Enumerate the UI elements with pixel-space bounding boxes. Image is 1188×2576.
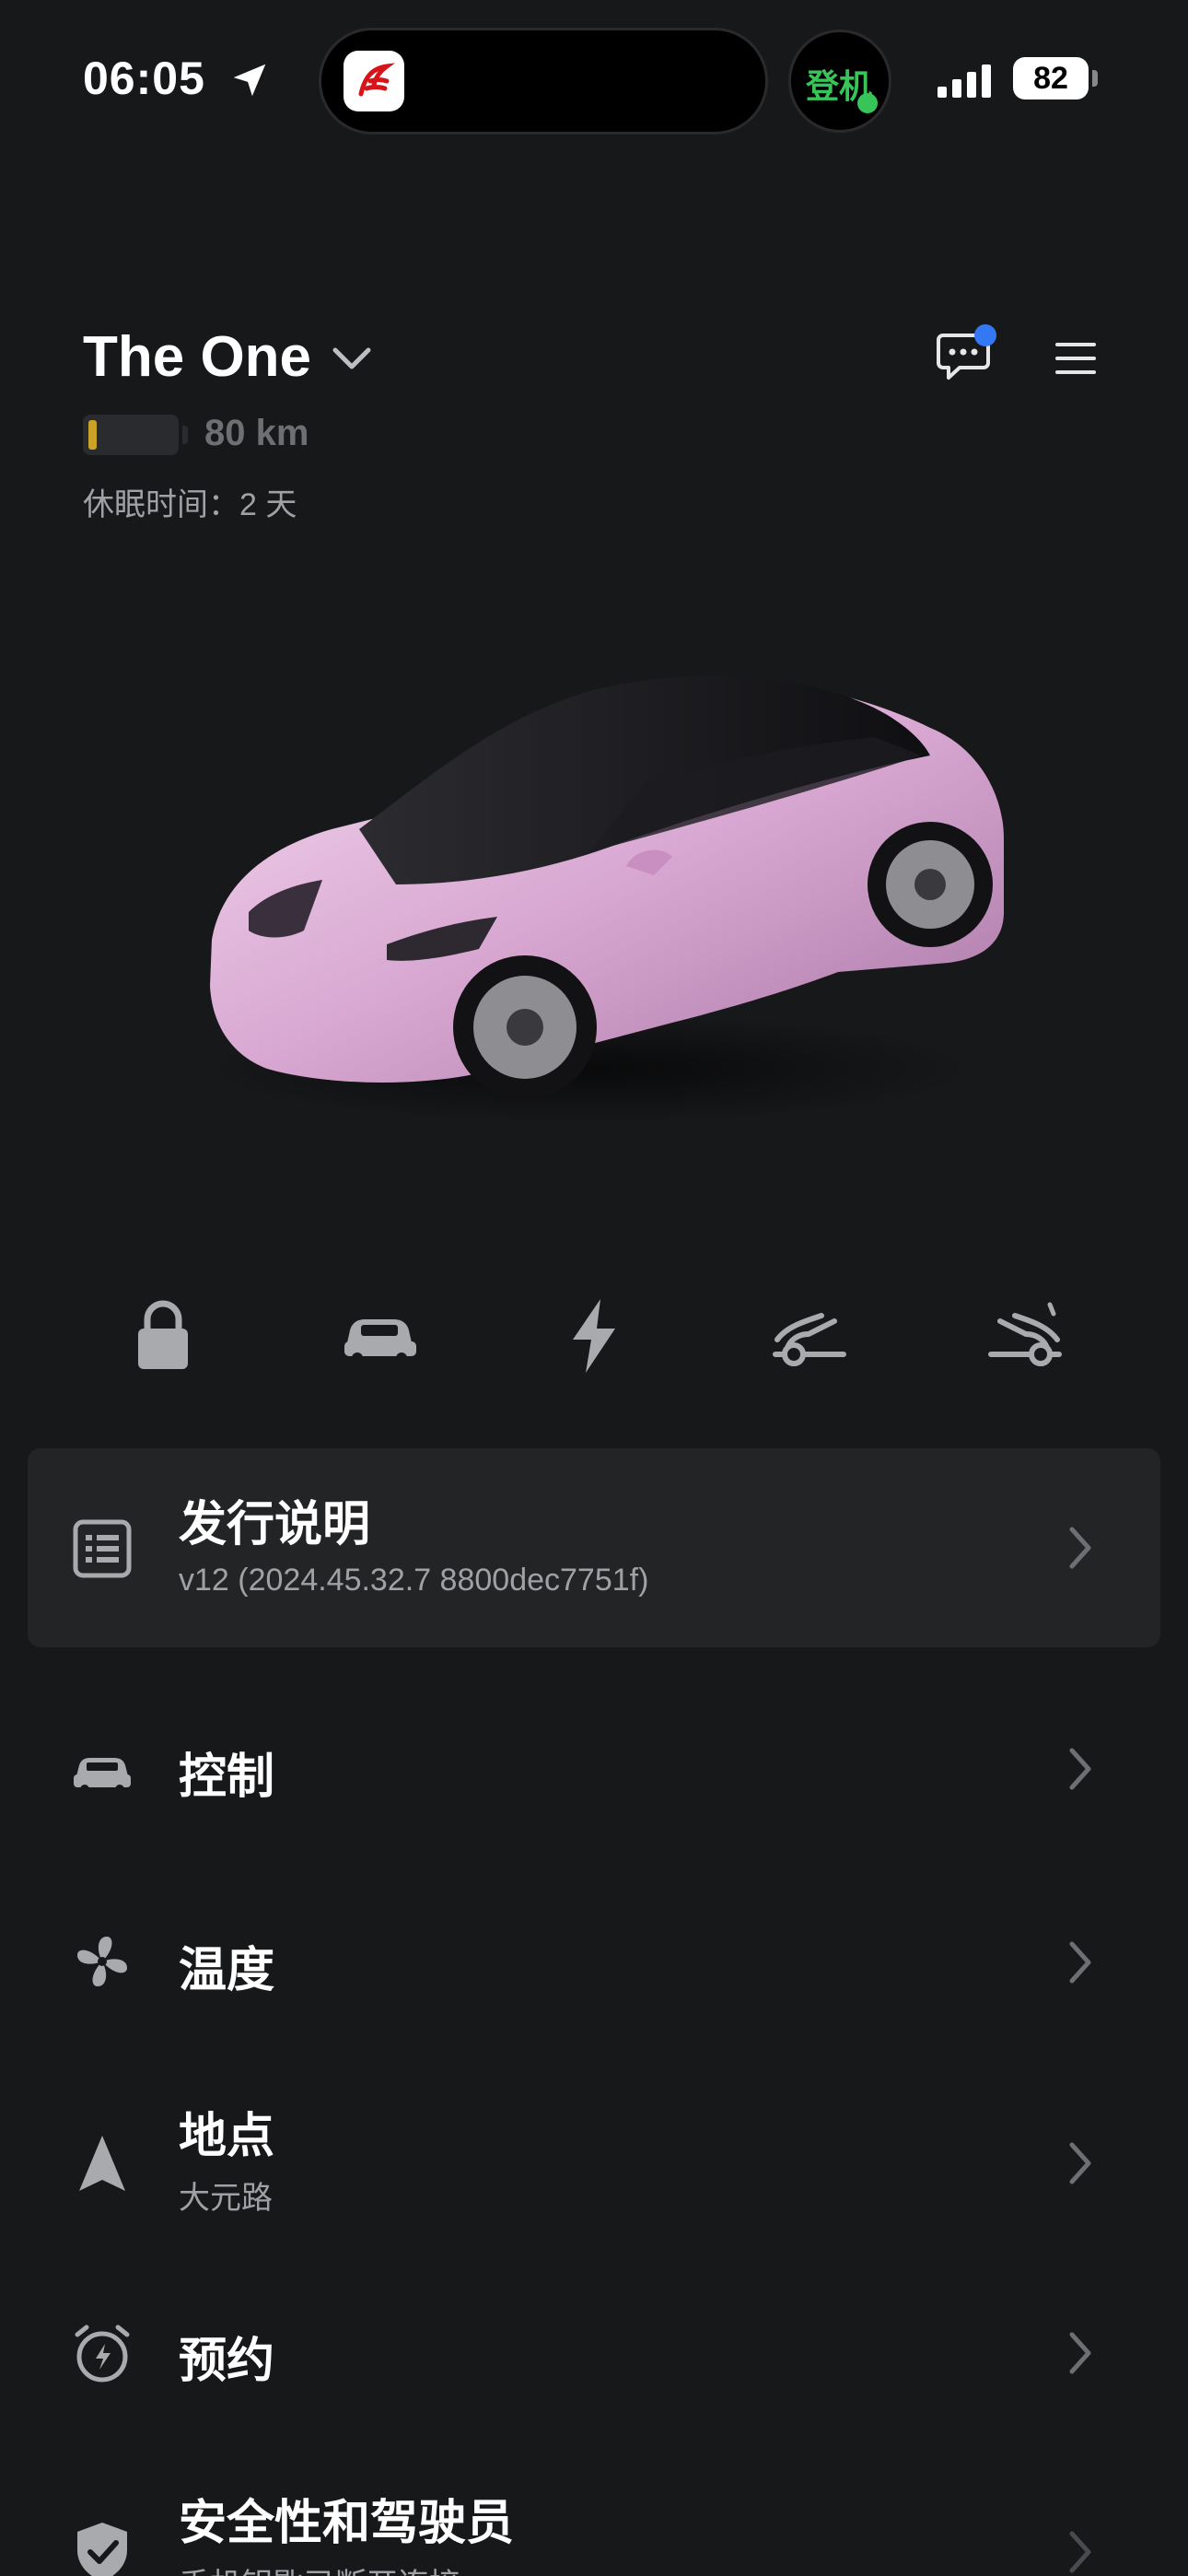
airline-app-icon [344, 51, 404, 111]
vehicle-battery-fill [88, 420, 97, 450]
hamburger-menu-icon[interactable] [1055, 341, 1096, 376]
status-time: 06:05 [83, 53, 205, 104]
range-text: 80 km [204, 413, 309, 453]
status-bar: 06:05 登机 82 [0, 0, 1188, 161]
battery-cap [1092, 70, 1098, 87]
lock-icon[interactable] [122, 1294, 204, 1376]
menu-row-schedule[interactable]: 预约 [0, 2298, 1188, 2408]
boarding-status-dot [857, 93, 878, 113]
sleep-time-text: 休眠时间：2 天 [83, 487, 297, 522]
vehicle-image[interactable] [193, 636, 1022, 1152]
menu-row-climate[interactable]: 温度 [0, 1907, 1188, 2018]
battery-indicator: 82 [1013, 57, 1089, 100]
vehicle-name[interactable]: The One [83, 324, 311, 390]
shield-check-icon [77, 2523, 127, 2576]
location-title: 地点 [179, 2110, 275, 2163]
release-notes-card[interactable]: 发行说明 v12 (2024.45.32.7 8800dec7751f) [28, 1448, 1160, 1647]
frunk-icon[interactable] [768, 1294, 851, 1376]
release-notes-list-icon [73, 1519, 132, 1578]
car-front-icon[interactable] [337, 1294, 420, 1376]
dynamic-island[interactable] [319, 28, 768, 135]
vehicle-battery-gauge [83, 415, 179, 455]
chevron-right-icon [1069, 1748, 1091, 1790]
trunk-icon[interactable] [984, 1294, 1066, 1376]
release-notes-title: 发行说明 [179, 1498, 371, 1551]
boarding-live-activity[interactable]: 登机 [788, 29, 891, 133]
security-subtitle: 手机钥匙已断开连接 [179, 2559, 460, 2576]
chevron-down-icon[interactable] [332, 345, 372, 372]
car-icon [74, 1758, 131, 1794]
schedule-title: 预约 [179, 2335, 275, 2388]
navigation-arrow-icon [79, 2136, 125, 2191]
release-notes-version: v12 (2024.45.32.7 8800dec7751f) [179, 1563, 649, 1598]
controls-title: 控制 [179, 1751, 275, 1804]
cellular-signal-icon [938, 64, 991, 98]
vehicle-battery-cap [182, 426, 188, 444]
chevron-right-icon [1069, 2142, 1091, 2184]
chevron-right-icon [1069, 1941, 1091, 1984]
menu-row-location[interactable]: 地点 大元路 [0, 2090, 1188, 2237]
menu-row-controls[interactable]: 控制 [0, 1714, 1188, 1824]
fan-icon [77, 1937, 127, 1986]
chevron-right-icon [1069, 1527, 1091, 1569]
location-subtitle: 大元路 [179, 2181, 273, 2216]
notification-dot [974, 324, 996, 346]
climate-title: 温度 [179, 1944, 275, 1997]
location-arrow-icon [233, 64, 266, 97]
security-title: 安全性和驾驶员 [179, 2497, 515, 2550]
menu-row-security[interactable]: 安全性和驾驶员 手机钥匙已断开连接 [0, 2478, 1188, 2576]
chevron-right-icon [1069, 2332, 1091, 2374]
bolt-icon[interactable] [553, 1294, 635, 1376]
alarm-bolt-icon [75, 2324, 130, 2383]
chevron-right-icon [1069, 2531, 1091, 2573]
